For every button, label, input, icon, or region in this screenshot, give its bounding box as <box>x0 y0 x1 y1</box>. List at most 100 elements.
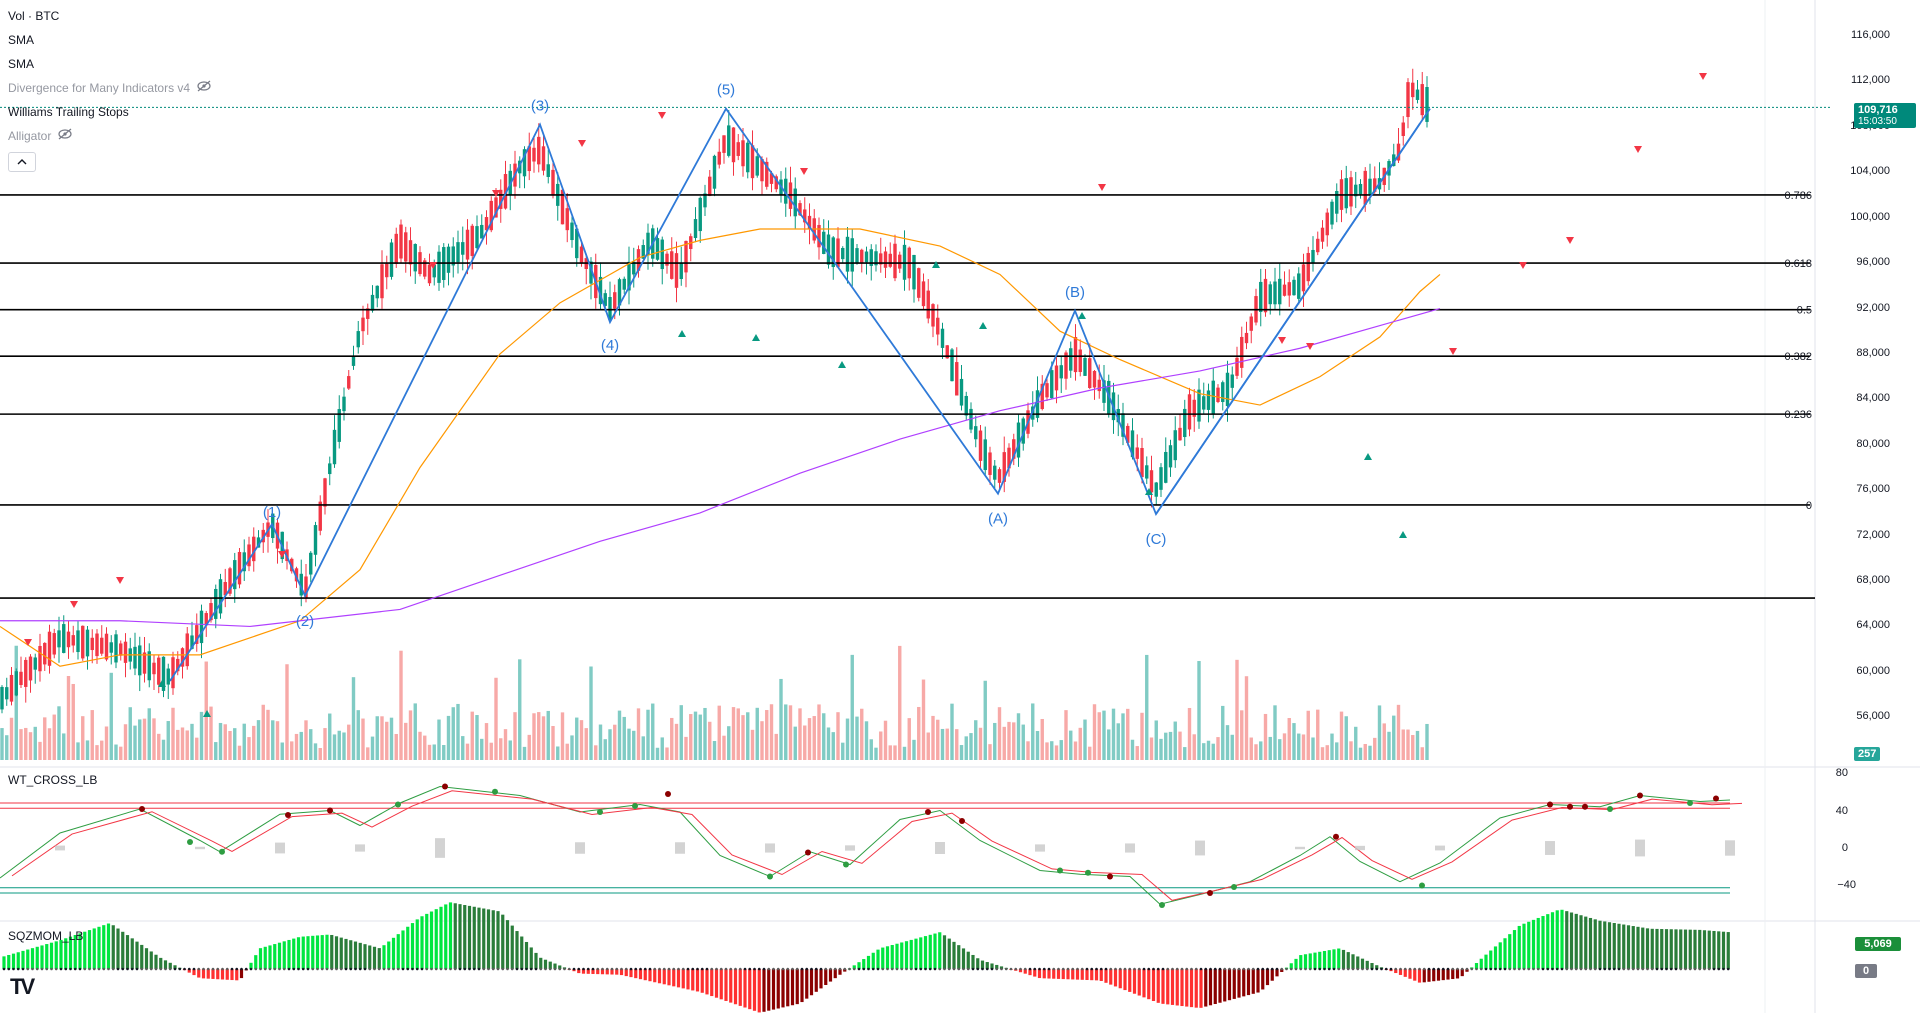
wt1-line[interactable] <box>0 785 1731 905</box>
candle-body[interactable] <box>551 169 555 196</box>
candle-body[interactable] <box>1401 122 1405 137</box>
candle-body[interactable] <box>893 243 897 279</box>
candle-body[interactable] <box>95 633 99 657</box>
price-chart[interactable]: 0.786 0.618 0.5 0.382 0.236 0 (1) (2) (3) (4) (5)… <box>0 0 1920 1013</box>
candle-body[interactable] <box>138 645 142 676</box>
candle-body[interactable] <box>394 233 398 264</box>
candle-body[interactable] <box>1078 349 1082 372</box>
candle-body[interactable] <box>480 224 484 239</box>
candle-body[interactable] <box>1054 365 1059 391</box>
candle-body[interactable] <box>52 633 56 655</box>
candle-body[interactable] <box>104 633 109 660</box>
candle-body[interactable] <box>1349 177 1353 207</box>
tradingview-logo[interactable]: TV <box>10 974 35 1000</box>
candle-body[interactable] <box>1097 379 1101 392</box>
candle-body[interactable] <box>1059 365 1063 379</box>
candle-body[interactable] <box>1282 284 1287 296</box>
candle-body[interactable] <box>152 662 156 675</box>
candle-body[interactable] <box>38 645 42 672</box>
candle-body[interactable] <box>380 264 384 299</box>
candle-body[interactable] <box>237 551 242 585</box>
candle-body[interactable] <box>655 238 660 260</box>
candle-body[interactable] <box>1358 183 1363 195</box>
candle-body[interactable] <box>1164 451 1168 483</box>
legend-item-divergence[interactable]: Divergence for Many Indicators v4 <box>8 80 212 96</box>
candle-body[interactable] <box>1073 337 1078 373</box>
candle-body[interactable] <box>446 246 451 273</box>
candle-body[interactable] <box>85 629 90 657</box>
candle-body[interactable] <box>1263 278 1268 313</box>
candle-body[interactable] <box>997 469 1002 483</box>
candle-body[interactable] <box>674 253 679 288</box>
candle-body[interactable] <box>917 268 921 298</box>
candle-body[interactable] <box>1344 178 1348 209</box>
candle-body[interactable] <box>755 156 759 176</box>
trend-line[interactable] <box>1155 108 1431 515</box>
candle-body[interactable] <box>375 285 379 299</box>
candle-body[interactable] <box>5 687 9 700</box>
candle-body[interactable] <box>1268 284 1272 305</box>
candle-body[interactable] <box>347 376 351 389</box>
candle-body[interactable] <box>1425 87 1429 122</box>
candle-body[interactable] <box>1306 252 1310 282</box>
candle-body[interactable] <box>109 642 113 653</box>
candle-body[interactable] <box>670 251 674 279</box>
candle-body[interactable] <box>199 610 204 644</box>
candle-body[interactable] <box>1183 408 1187 438</box>
candle-body[interactable] <box>456 242 460 263</box>
candle-body[interactable] <box>1316 238 1320 253</box>
candle-body[interactable] <box>14 671 18 696</box>
candle-body[interactable] <box>1292 279 1296 296</box>
candle-body[interactable] <box>1173 430 1177 461</box>
candle-body[interactable] <box>741 140 745 167</box>
candle-body[interactable] <box>1235 357 1239 376</box>
candle-body[interactable] <box>133 646 137 669</box>
candle-body[interactable] <box>323 478 327 507</box>
candle-body[interactable] <box>1168 445 1173 468</box>
legend-item-sma[interactable]: SMA <box>8 56 34 72</box>
candle-body[interactable] <box>1244 332 1249 344</box>
candle-body[interactable] <box>1230 374 1234 388</box>
candle-body[interactable] <box>684 240 688 273</box>
candle-body[interactable] <box>750 145 755 179</box>
candle-body[interactable] <box>864 251 869 263</box>
candle-body[interactable] <box>883 251 888 268</box>
candle-body[interactable] <box>983 439 987 471</box>
candle-body[interactable] <box>166 668 170 685</box>
candle-body[interactable] <box>71 635 75 646</box>
candle-body[interactable] <box>537 136 541 165</box>
candle-body[interactable] <box>361 317 365 332</box>
candle-body[interactable] <box>1420 84 1424 116</box>
candle-body[interactable] <box>465 229 470 260</box>
candle-body[interactable] <box>817 224 821 248</box>
candle-body[interactable] <box>793 188 797 217</box>
candle-body[interactable] <box>936 317 940 335</box>
candle-body[interactable] <box>712 155 717 189</box>
candle-body[interactable] <box>1206 390 1211 410</box>
candle-body[interactable] <box>855 248 859 264</box>
wt-cross-title[interactable]: WT_CROSS_LB <box>8 773 97 787</box>
candle-body[interactable] <box>142 652 147 674</box>
candle-body[interactable] <box>978 430 983 461</box>
candle-body[interactable] <box>9 674 14 702</box>
legend-item-volume[interactable]: Vol · BTC <box>8 8 59 24</box>
candle-body[interactable] <box>826 234 831 265</box>
candle-body[interactable] <box>955 362 959 396</box>
candle-body[interactable] <box>81 625 85 659</box>
candle-body[interactable] <box>147 651 151 681</box>
candle-body[interactable] <box>76 630 80 653</box>
candle-body[interactable] <box>62 624 66 653</box>
candle-body[interactable] <box>57 630 61 648</box>
candle-body[interactable] <box>413 244 417 272</box>
candle-body[interactable] <box>698 197 702 232</box>
candle-body[interactable] <box>332 429 337 465</box>
candle-body[interactable] <box>1050 370 1054 399</box>
legend-item-sma[interactable]: SMA <box>8 32 34 48</box>
candle-body[interactable] <box>1259 281 1263 312</box>
candle-body[interactable] <box>1202 396 1206 410</box>
candle-body[interactable] <box>1135 447 1139 459</box>
candle-body[interactable] <box>1273 281 1277 305</box>
legend-item-williams[interactable]: Williams Trailing Stops <box>8 104 129 120</box>
candle-body[interactable] <box>1297 273 1301 299</box>
candle-body[interactable] <box>736 142 740 156</box>
